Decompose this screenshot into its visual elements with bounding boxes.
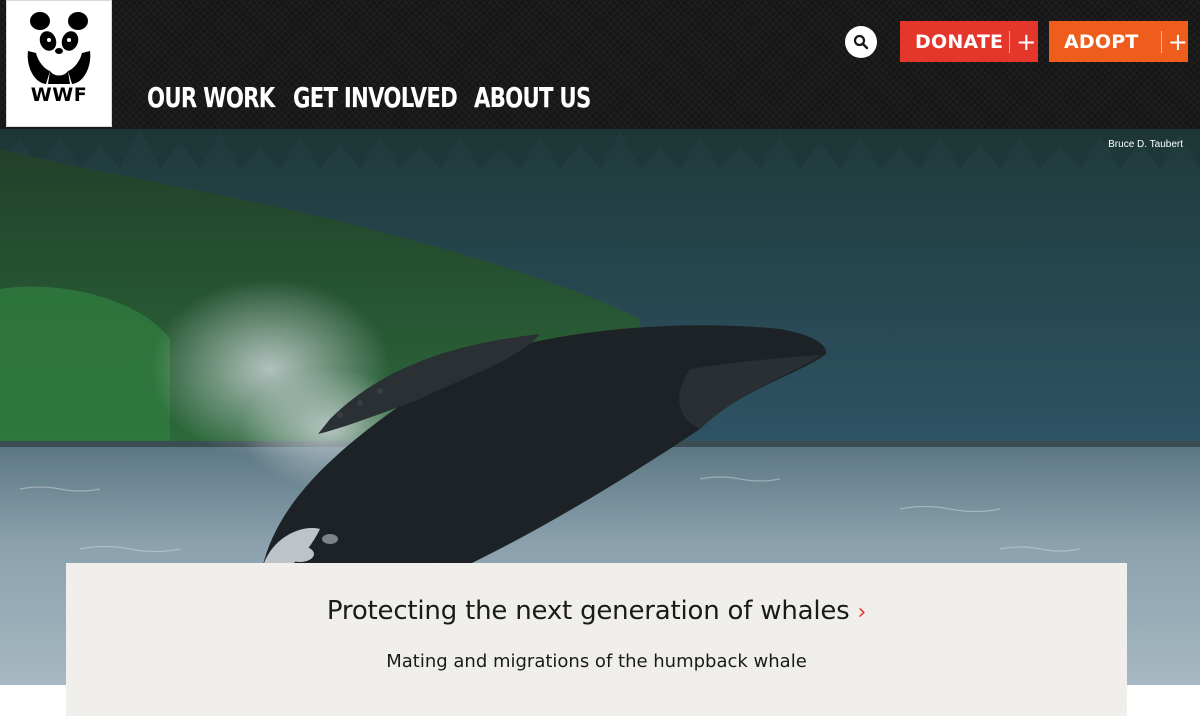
- adopt-button[interactable]: ADOPT +: [1049, 21, 1188, 62]
- photo-credit: Bruce D. Taubert: [1108, 139, 1183, 150]
- adopt-label: ADOPT: [1064, 30, 1139, 53]
- panda-icon: [27, 12, 91, 84]
- feature-title: Protecting the next generation of whales: [326, 596, 850, 626]
- feature-title-link[interactable]: Protecting the next generation of whales…: [66, 596, 1127, 626]
- donate-button[interactable]: DONATE +: [900, 21, 1038, 62]
- plus-icon: +: [1167, 27, 1188, 56]
- chevron-right-icon: ›: [857, 600, 867, 625]
- plus-icon: +: [1016, 27, 1037, 56]
- nav-our-work[interactable]: OUR WORK: [147, 80, 275, 116]
- wwf-logo[interactable]: WWF: [6, 0, 112, 127]
- nav-about-us[interactable]: ABOUT US: [474, 80, 591, 116]
- search-icon: [853, 34, 869, 50]
- donate-label: DONATE: [915, 30, 1004, 53]
- feature-card[interactable]: Protecting the next generation of whales…: [66, 563, 1127, 716]
- search-button[interactable]: [845, 26, 877, 58]
- logo-text: WWF: [30, 84, 88, 106]
- feature-subtitle: Mating and migrations of the humpback wh…: [386, 651, 807, 672]
- nav-get-involved[interactable]: GET INVOLVED: [293, 80, 458, 116]
- site-header: WWF OUR WORK GET INVOLVED ABOUT US DONAT…: [0, 0, 1200, 129]
- donate-divider: [1009, 30, 1011, 53]
